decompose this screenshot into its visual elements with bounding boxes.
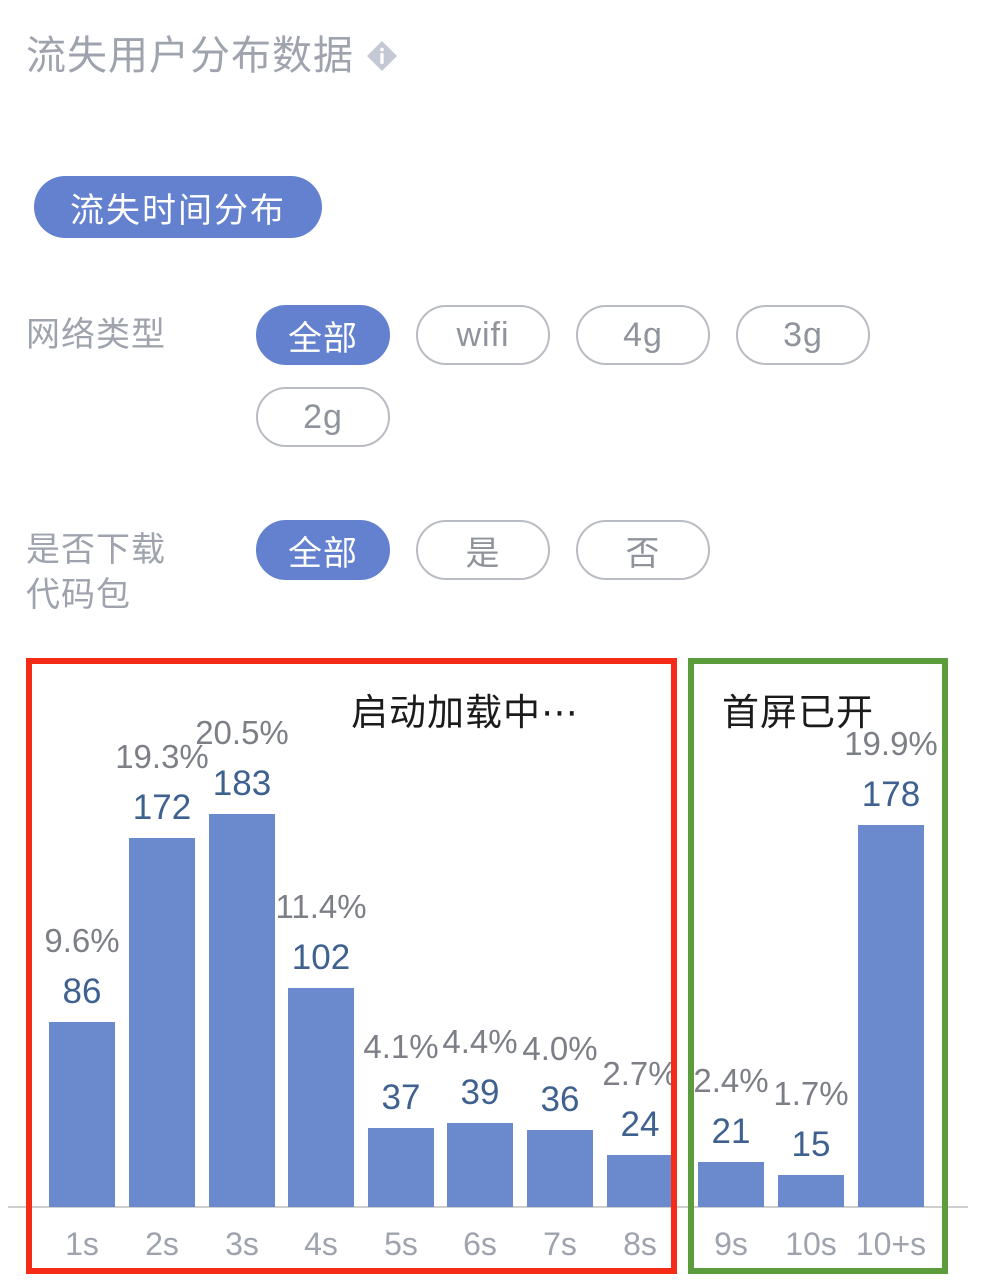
filter-code-package-option-no[interactable]: 否 <box>576 520 710 580</box>
filter-network-option-wifi[interactable]: wifi <box>416 305 550 365</box>
filter-network-option-3g[interactable]: 3g <box>736 305 870 365</box>
page-title: 流失用户分布数据 <box>26 36 398 76</box>
filter-network-type-label: 网络类型 <box>26 316 166 354</box>
filter-code-package-option-all[interactable]: 全部 <box>256 520 390 580</box>
filter-code-package-label-line2: 代码包 <box>26 575 131 614</box>
filter-code-package-label: 是否下载 代码包 <box>26 520 256 618</box>
filter-code-package-option-yes[interactable]: 是 <box>416 520 550 580</box>
filter-network-option-2g[interactable]: 2g <box>256 387 390 447</box>
filter-code-package-label-line1: 是否下载 <box>26 531 166 569</box>
info-icon[interactable] <box>366 40 398 72</box>
region-box-loading <box>26 658 677 1274</box>
filter-code-package-options: 全部 是 否 <box>256 520 966 580</box>
filter-network-option-4g[interactable]: 4g <box>576 305 710 365</box>
region-label-loading: 启动加载中⋯ <box>351 692 579 733</box>
tab-churn-time-distribution[interactable]: 流失时间分布 <box>34 176 322 238</box>
region-box-firstscreen <box>688 658 948 1274</box>
tab-bar: 流失时间分布 <box>34 176 322 238</box>
region-label-firstscreen: 首屏已开 <box>722 692 874 733</box>
filter-network-option-all[interactable]: 全部 <box>256 305 390 365</box>
filter-code-package: 是否下载 代码包 全部 是 否 <box>26 520 966 618</box>
page-title-text: 流失用户分布数据 <box>26 34 354 78</box>
filter-network-type: 网络类型 全部 wifi 4g 3g 2g <box>26 305 966 447</box>
filter-network-type-options: 全部 wifi 4g 3g 2g <box>256 305 966 447</box>
